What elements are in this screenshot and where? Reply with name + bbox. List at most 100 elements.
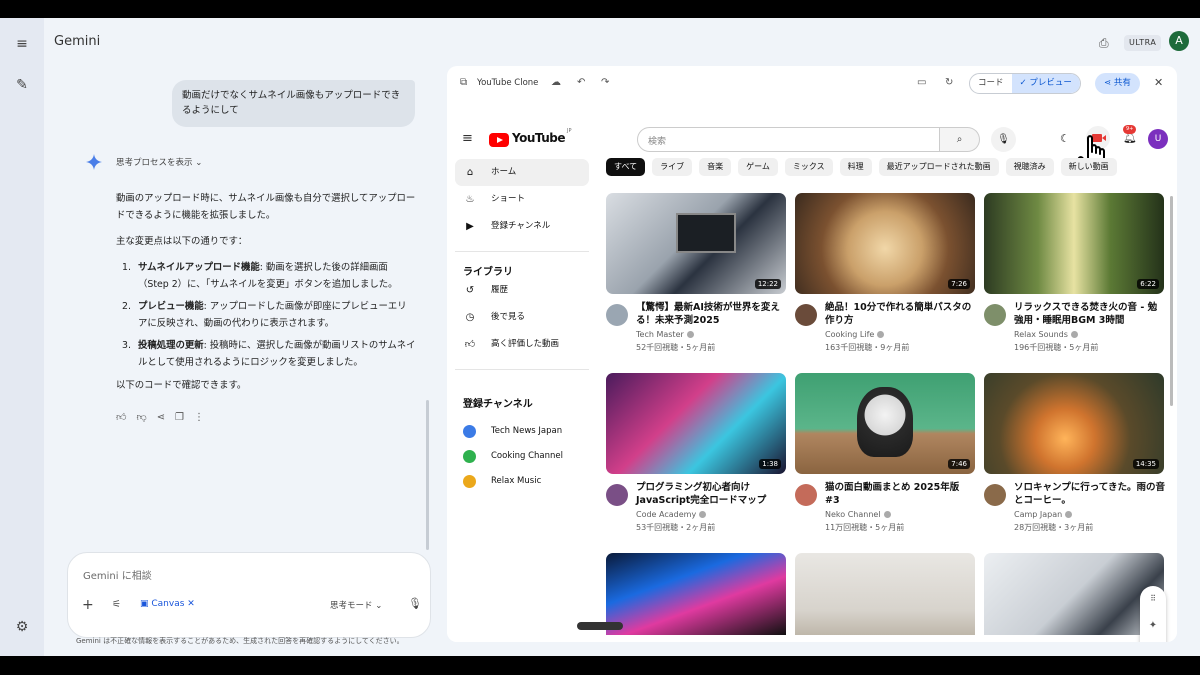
video-title[interactable]: リラックスできる焚き火の音 - 勉強用・睡眠用BGM 3時間 bbox=[1014, 301, 1166, 327]
app-title: Gemini bbox=[54, 34, 101, 49]
chip-recent[interactable]: 最近アップロードされた動画 bbox=[878, 158, 999, 176]
chip-music[interactable]: 音楽 bbox=[699, 158, 732, 176]
sidebar-item-shorts[interactable]: ♨ ショート bbox=[455, 186, 589, 213]
video-thumbnail[interactable]: 1:38 bbox=[606, 373, 786, 474]
channel-name[interactable]: Code Academy bbox=[636, 510, 707, 519]
video-thumbnail[interactable]: 14:35 bbox=[984, 373, 1164, 474]
video-title[interactable]: 【驚愕】最新AI技術が世界を変える！未来予測2025 bbox=[636, 301, 788, 327]
channel-avatar[interactable] bbox=[984, 484, 1006, 506]
video-thumbnail[interactable]: 7:26 bbox=[795, 193, 975, 294]
thumbs-up-icon[interactable]: 👍︎ bbox=[116, 412, 126, 423]
channel-name[interactable]: Cooking Life bbox=[825, 330, 885, 339]
chip-live[interactable]: ライブ bbox=[652, 158, 693, 176]
account-avatar[interactable]: A bbox=[1169, 31, 1189, 51]
search-icon[interactable]: ⌕ bbox=[940, 127, 980, 152]
chat-scrollbar[interactable] bbox=[426, 400, 429, 550]
canvas-title: YouTube Clone bbox=[477, 78, 539, 88]
search-input[interactable]: 検索 bbox=[637, 127, 940, 152]
channel-avatar[interactable] bbox=[984, 304, 1006, 326]
mode-selector[interactable]: 思考モード ⌄ bbox=[330, 599, 382, 611]
console-icon[interactable]: ▭ bbox=[917, 77, 926, 88]
channel-name[interactable]: Camp Japan bbox=[1014, 510, 1073, 519]
print-icon[interactable]: ⎙ bbox=[1099, 36, 1113, 50]
channel-name[interactable]: Tech Master bbox=[636, 330, 694, 339]
dark-mode-icon[interactable]: ☾ bbox=[1060, 132, 1070, 145]
change-item: 1. サムネイルアップロード機能: 動画を選択した後の詳細画面（Step 2）に、… bbox=[122, 262, 398, 290]
channel-avatar[interactable] bbox=[606, 304, 628, 326]
new-chat-icon[interactable]: ✎ bbox=[13, 76, 31, 94]
voice-search-icon[interactable]: 🎙︎ bbox=[991, 127, 1016, 152]
sidebar-item-subscriptions[interactable]: ▶ 登録チャンネル bbox=[455, 213, 589, 240]
chip-mix[interactable]: ミックス bbox=[784, 158, 833, 176]
video-title[interactable]: 猫の面白動画まとめ 2025年版 #3 bbox=[825, 481, 977, 507]
channel-avatar[interactable] bbox=[795, 484, 817, 506]
video-thumbnail[interactable]: 7:46 bbox=[795, 373, 975, 474]
view-toggle[interactable]: コード ✓ プレビュー bbox=[969, 73, 1081, 94]
canvas-panel: ⧉ YouTube Clone ☁ ↶ ↷ ▭ ↻ コード ✓ プレビュー ⋖ … bbox=[447, 66, 1177, 642]
channel-name[interactable]: Neko Channel bbox=[825, 510, 891, 519]
response-outro: 以下のコードで確認できます。 bbox=[116, 380, 247, 391]
video-thumbnail[interactable] bbox=[795, 553, 975, 635]
video-meta: 196千回視聴・5ヶ月前 bbox=[1014, 343, 1099, 352]
prompt-input[interactable]: Gemini に相談 bbox=[83, 567, 152, 582]
youtube-logo-icon[interactable] bbox=[489, 133, 509, 147]
category-chips: すべて ライブ 音楽 ゲーム ミックス 料理 最近アップロードされた動画 視聴済… bbox=[606, 158, 1117, 178]
hamburger-icon[interactable]: ≡ bbox=[462, 131, 473, 146]
preview-tab[interactable]: ✓ プレビュー bbox=[1011, 74, 1080, 93]
channel-name[interactable]: Relax Sounds bbox=[1014, 330, 1078, 339]
redo-icon[interactable]: ↷ bbox=[601, 77, 609, 88]
canvas-toolbar: ⧉ YouTube Clone ☁ ↶ ↷ ▭ ↻ コード ✓ プレビュー ⋖ … bbox=[447, 66, 1177, 102]
shorts-icon: ♨ bbox=[465, 194, 475, 205]
chip-new[interactable]: 新しい動画 bbox=[1060, 158, 1117, 176]
plan-badge: ULTRA bbox=[1124, 35, 1162, 51]
video-thumbnail[interactable] bbox=[606, 553, 786, 635]
copy-icon[interactable]: ❐ bbox=[175, 412, 184, 423]
video-thumbnail[interactable] bbox=[984, 553, 1164, 635]
channel-avatar[interactable] bbox=[795, 304, 817, 326]
video-meta: 53千回視聴・2ヶ月前 bbox=[636, 523, 716, 532]
clock-icon: ◷ bbox=[465, 312, 475, 323]
feed-scrollbar[interactable] bbox=[1170, 196, 1173, 406]
video-title[interactable]: 絶品！10分で作れる簡単パスタの作り方 bbox=[825, 301, 977, 327]
chip-watched[interactable]: 視聴済み bbox=[1005, 158, 1054, 176]
sidebar-item-history[interactable]: ↺ 履歴 bbox=[455, 277, 589, 304]
chip-cooking[interactable]: 料理 bbox=[839, 158, 872, 176]
refresh-icon[interactable]: ↻ bbox=[945, 77, 953, 88]
more-icon[interactable]: ⋮ bbox=[194, 412, 204, 423]
chip-all[interactable]: すべて bbox=[606, 158, 646, 176]
settings-gear-icon[interactable]: ⚙ bbox=[13, 618, 31, 636]
cloud-icon[interactable]: ☁ bbox=[551, 77, 561, 88]
user-avatar[interactable]: U bbox=[1148, 129, 1168, 149]
subscription-item[interactable]: Tech News Japan bbox=[455, 418, 589, 445]
share-icon[interactable]: ⋖ bbox=[157, 412, 165, 423]
sidebar-item-watch-later[interactable]: ◷ 後で見る bbox=[455, 304, 589, 331]
undo-icon[interactable]: ↶ bbox=[577, 77, 585, 88]
subscription-item[interactable]: Cooking Channel bbox=[455, 443, 589, 470]
thinking-toggle[interactable]: 思考プロセスを表示 ⌄ bbox=[116, 156, 202, 168]
chip-games[interactable]: ゲーム bbox=[738, 158, 778, 176]
thumbs-down-icon[interactable]: 👎︎ bbox=[136, 412, 146, 423]
close-panel-icon[interactable]: ✕ bbox=[1154, 76, 1163, 89]
channel-avatar bbox=[463, 450, 476, 463]
sidebar-item-liked[interactable]: 👍︎ 高く評価した動画 bbox=[455, 331, 589, 358]
canvas-chip[interactable]: ▣ Canvas ✕ bbox=[140, 599, 195, 609]
channel-avatar[interactable] bbox=[606, 484, 628, 506]
add-icon[interactable]: + bbox=[82, 597, 94, 613]
window-resize-handle[interactable] bbox=[577, 622, 623, 630]
video-thumbnail[interactable]: 6:22 bbox=[984, 193, 1164, 294]
drag-handle-icon[interactable]: ⠿ bbox=[1140, 594, 1166, 603]
prompt-composer[interactable]: Gemini に相談 + ⚟ ▣ Canvas ✕ 思考モード ⌄ 🎙︎ bbox=[67, 552, 431, 638]
mic-icon[interactable]: 🎙︎ bbox=[408, 597, 422, 610]
menu-icon[interactable]: ≡ bbox=[13, 35, 31, 53]
thinking-label: 思考プロセスを表示 bbox=[116, 158, 193, 168]
sidebar-item-home[interactable]: ⌂ ホーム bbox=[455, 159, 589, 186]
verified-icon bbox=[686, 331, 694, 338]
video-title[interactable]: ソロキャンプに行ってきた。雨の音とコーヒー。 bbox=[1014, 481, 1166, 507]
video-title[interactable]: プログラミング初心者向け JavaScript完全ロードマップ bbox=[636, 481, 788, 507]
share-button[interactable]: ⋖ 共有 bbox=[1095, 73, 1140, 94]
code-tab[interactable]: コード bbox=[970, 74, 1012, 93]
tools-icon[interactable]: ⚟ bbox=[112, 599, 121, 610]
subscription-item[interactable]: Relax Music bbox=[455, 468, 589, 495]
video-thumbnail[interactable]: 12:22 bbox=[606, 193, 786, 294]
sparkle-icon[interactable]: ✦ bbox=[1140, 620, 1166, 631]
